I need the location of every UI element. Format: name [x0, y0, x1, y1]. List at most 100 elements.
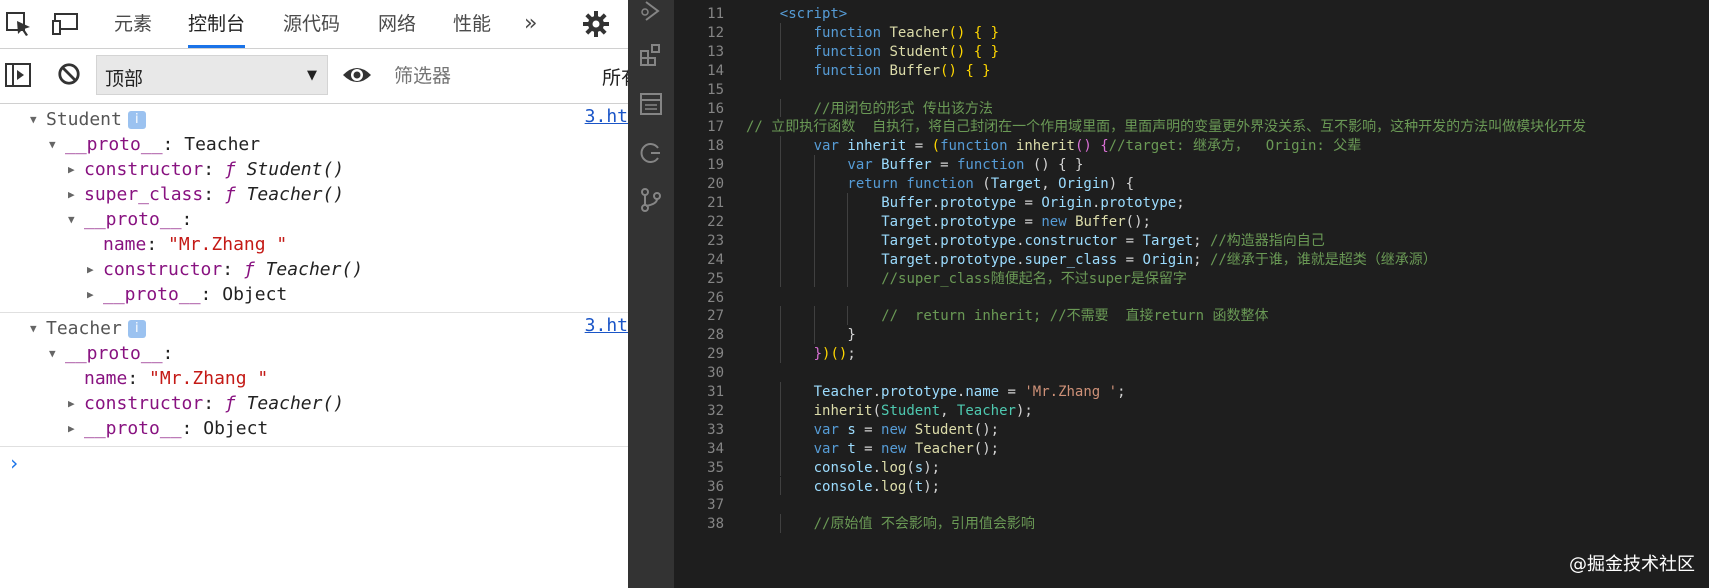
indent-guide [779, 211, 781, 231]
collapse-triangle-icon[interactable]: ▶ [87, 281, 103, 308]
code-line: var t = new Teacher(); [814, 439, 999, 460]
code-token: <script> [779, 6, 848, 22]
line-number: 25 [707, 270, 724, 287]
line-number: 24 [707, 251, 724, 268]
gear-icon[interactable] [582, 10, 610, 38]
explorer-icon[interactable] [638, 91, 664, 117]
indent-guide [779, 136, 781, 156]
code-token: s [847, 421, 856, 438]
collapse-triangle-icon[interactable]: ▶ [68, 415, 84, 442]
indent-guide [779, 174, 781, 193]
log-object-header[interactable]: ▼ Teacher i [30, 315, 146, 342]
console-toolbar: 顶部 ▼ 所有 [0, 49, 628, 104]
code-token: . [1016, 251, 1025, 268]
property-plain: Object [222, 284, 288, 305]
expand-triangle-icon[interactable]: ▼ [30, 106, 46, 133]
collapse-triangle-icon[interactable]: ▶ [87, 256, 103, 283]
indent-guide [779, 514, 781, 534]
expand-triangle-icon[interactable]: ▼ [49, 340, 65, 367]
code-token: } [813, 346, 823, 363]
object-property-row[interactable]: name: "Mr.Zhang " [87, 231, 287, 258]
object-property-row[interactable]: ▶ constructor: ƒ Student() [68, 156, 344, 183]
code-token: super_class [1024, 251, 1118, 268]
code-token: return [847, 176, 907, 193]
code-token: ( [906, 459, 915, 476]
collapse-triangle-icon[interactable]: ▶ [68, 181, 84, 208]
object-property-row[interactable]: ▶ constructor: ƒ Teacher() [87, 256, 363, 283]
tab-performance[interactable]: 性能 [453, 0, 491, 48]
line-number: 23 [707, 232, 724, 249]
log-object-header[interactable]: ▼ Student i [30, 106, 146, 133]
indent-guide [813, 325, 815, 345]
source-link[interactable]: 3.ht [585, 106, 628, 127]
context-select-value: 顶部 [105, 68, 144, 90]
property-str: "Mr.Zhang " [168, 234, 288, 255]
inspect-element-icon[interactable] [6, 12, 32, 36]
line-number: 15 [707, 81, 724, 98]
code-token: inherit [847, 138, 907, 155]
code-token: prototype [940, 251, 1017, 268]
object-property-row[interactable]: ▼ __proto__: Teacher [49, 131, 260, 158]
property-pun: : [222, 259, 244, 280]
indent-guide [779, 476, 781, 496]
object-property-row[interactable]: ▶ constructor: ƒ Teacher() [68, 390, 344, 417]
source-link[interactable]: 3.ht [585, 315, 628, 336]
context-select[interactable]: 顶部 ▼ [96, 55, 328, 95]
code-line: return function (Target, Origin) { [847, 174, 1134, 195]
object-property-row[interactable]: ▼ __proto__: [49, 340, 173, 367]
clear-console-icon[interactable] [56, 62, 82, 86]
code-token: = [999, 384, 1025, 400]
filter-input[interactable] [388, 57, 600, 95]
log-levels-dropdown[interactable]: 所有 [602, 63, 628, 90]
code-token: Teacher [813, 384, 873, 400]
indent-guide [813, 155, 815, 175]
indent-guide [779, 230, 781, 250]
expand-triangle-icon[interactable]: ▼ [68, 206, 84, 233]
tab-elements[interactable]: 元素 [114, 0, 152, 48]
tab-console[interactable]: 控制台 [188, 0, 246, 48]
object-property-row[interactable]: name: "Mr.Zhang " [68, 365, 268, 392]
object-property-row[interactable]: ▶ __proto__: Object [68, 415, 268, 442]
line-number: 26 [707, 289, 724, 306]
collapse-triangle-icon[interactable]: ▶ [68, 390, 84, 417]
console-log-entry: ▼ Teacher i 3.ht ▼ __proto__: name: "Mr.Zhang … [0, 313, 628, 447]
code-token: () { [1074, 138, 1109, 155]
tab-sources[interactable]: 源代码 [283, 0, 340, 48]
property-key: __proto__ [84, 209, 182, 230]
run-debug-icon[interactable] [638, 0, 664, 24]
expand-triangle-icon[interactable]: ▼ [49, 131, 65, 158]
source-control-icon[interactable] [638, 187, 664, 213]
property-pun: : [200, 284, 223, 305]
object-property-row[interactable]: ▶ __proto__: Object [87, 281, 287, 308]
code-token: . [872, 459, 882, 476]
expand-triangle-icon[interactable]: ▼ [30, 315, 46, 342]
indent-guide [813, 174, 815, 193]
more-tabs-button[interactable]: » [524, 0, 537, 48]
code-token: Target [881, 251, 932, 268]
indent-guide [813, 306, 815, 326]
search-icon[interactable] [638, 140, 664, 166]
code-token: = [1016, 213, 1042, 230]
console-sidebar-icon[interactable] [5, 63, 31, 87]
collapse-triangle-icon[interactable]: ▶ [68, 156, 84, 183]
code-token: //原始值 不会影响，引用值会影响 [813, 516, 1035, 533]
code-token: Student [914, 421, 974, 438]
code-token: Origin [1041, 195, 1092, 211]
tab-network[interactable]: 网络 [378, 0, 416, 48]
info-icon[interactable]: i [127, 111, 146, 129]
object-property-row[interactable]: ▼ __proto__: [68, 206, 192, 233]
object-property-row[interactable]: ▶ super_class: ƒ Teacher() [68, 181, 344, 208]
code-token: 'Mr.Zhang ' [1024, 384, 1118, 400]
info-icon[interactable]: i [127, 320, 146, 338]
code-area[interactable]: <script> function Teacher() { } function S… [746, 0, 1709, 588]
extensions-icon[interactable] [638, 42, 664, 68]
property-pun: : [203, 159, 225, 180]
indent-guide [779, 22, 781, 42]
code-line: // 立即执行函数 自执行，将自己封闭在一个作用域里面，里面声明的变量更外界没关… [746, 117, 1586, 138]
code-token: t [914, 478, 924, 495]
property-pun: : [127, 368, 150, 389]
console-prompt[interactable]: › [8, 451, 20, 475]
code-token: , [940, 402, 957, 419]
device-toolbar-icon[interactable] [52, 12, 78, 36]
live-expression-eye-icon[interactable] [342, 63, 372, 87]
